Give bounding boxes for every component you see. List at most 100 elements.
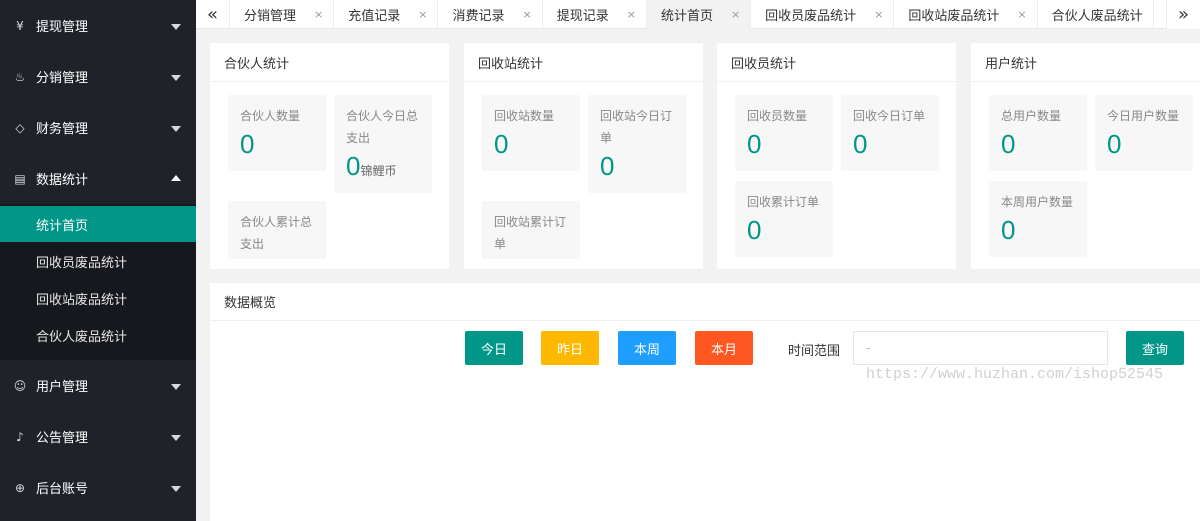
data-overview-panel: 数据概览 今日 昨日 本周 本月 时间范围 - 查询 https://www.h…: [210, 283, 1200, 521]
diamond-icon: ◇: [15, 120, 25, 135]
stat-label: 回收站累计订单: [494, 215, 567, 251]
stat-value: 0: [346, 151, 361, 181]
stat-value: 0: [240, 129, 255, 159]
submenu-item-partner-stats[interactable]: 合伙人废品统计: [0, 317, 196, 353]
collector-stats-card: 回收员统计 回收员数量 0 回收今日订单 0 回收累计订单 0: [717, 43, 956, 269]
tab-station-stats[interactable]: 回收站废品统计 ×: [894, 0, 1038, 29]
user-icon: ☺: [13, 378, 27, 393]
tab-label: 回收站废品统计: [908, 9, 1000, 24]
stat-label: 合伙人数量: [240, 109, 301, 123]
close-icon[interactable]: ×: [314, 8, 323, 21]
menu-item-users[interactable]: ☺ 用户管理: [0, 360, 196, 411]
tab-consumption-records[interactable]: 消费记录 ×: [438, 0, 543, 29]
tab-label: 充值记录: [348, 9, 401, 24]
tab-label: 分销管理: [244, 9, 297, 24]
menu-label: 后台账号: [36, 482, 89, 497]
tabs-scroll-right-icon[interactable]: »: [1166, 0, 1200, 29]
today-button[interactable]: 今日: [465, 331, 523, 365]
collector-count-stat: 回收员数量 0: [735, 95, 833, 171]
close-icon[interactable]: ×: [627, 8, 636, 21]
menu-label: 数据统计: [36, 173, 89, 188]
this-month-button[interactable]: 本月: [695, 331, 753, 365]
tab-stats-home[interactable]: 统计首页 ×: [646, 0, 752, 29]
partner-total-expense-stat: 合伙人累计总支出: [228, 201, 326, 259]
menu-label: 提现管理: [36, 20, 89, 35]
tab-partner-stats[interactable]: 合伙人废品统计: [1038, 0, 1154, 29]
stat-value: 0: [853, 129, 868, 159]
collector-today-orders-stat: 回收今日订单 0: [841, 95, 939, 171]
collector-total-orders-stat: 回收累计订单 0: [735, 181, 833, 257]
station-count-stat: 回收站数量 0: [482, 95, 580, 171]
menu-item-distribution[interactable]: ♨ 分销管理: [0, 51, 196, 102]
week-users-stat: 本周用户数量 0: [989, 181, 1087, 257]
today-users-stat: 今日用户数量 0: [1095, 95, 1193, 171]
globe-icon: ⊕: [14, 480, 26, 495]
stat-label: 总用户数量: [1001, 109, 1062, 123]
partner-today-expense-stat: 合伙人今日总支出 0锦鲤币: [334, 95, 432, 193]
this-week-button[interactable]: 本周: [618, 331, 676, 365]
stat-label: 今日用户数量: [1107, 109, 1180, 123]
stat-value: 0: [1001, 129, 1016, 159]
stat-value: 0: [600, 151, 615, 181]
stat-label: 回收站数量: [494, 109, 555, 123]
tab-label: 提现记录: [556, 9, 609, 24]
menu-label: 分销管理: [36, 71, 89, 86]
stat-value: 0: [494, 129, 509, 159]
tab-label: 合伙人废品统计: [1051, 9, 1143, 24]
time-range-input[interactable]: -: [853, 331, 1108, 365]
menu-item-announcements[interactable]: ♪ 公告管理: [0, 411, 196, 462]
close-icon[interactable]: ×: [874, 8, 883, 21]
card-title: 合伙人统计: [210, 43, 449, 82]
stat-value: 0: [747, 129, 762, 159]
tab-label: 统计首页: [660, 9, 713, 24]
submenu-item-collector-stats[interactable]: 回收员废品统计: [0, 243, 196, 279]
chevron-up-icon: [171, 174, 181, 181]
yen-circle-icon: ¥: [16, 18, 24, 33]
partner-count-stat: 合伙人数量 0: [228, 95, 326, 171]
sidebar: ¥ 提现管理 ♨ 分销管理 ◇ 财务管理 ▤ 数据统计 统计首页 回收员废品统计…: [0, 0, 196, 521]
tab-label: 回收员废品统计: [765, 9, 857, 24]
tab-collector-stats[interactable]: 回收员废品统计 ×: [751, 0, 895, 29]
station-total-orders-stat: 回收站累计订单: [482, 201, 580, 259]
chevron-down-icon: [171, 74, 181, 81]
tab-distribution[interactable]: 分销管理 ×: [230, 0, 335, 29]
bell-icon: ♪: [16, 429, 24, 444]
menu-item-withdraw[interactable]: ¥ 提现管理: [0, 0, 196, 51]
tab-withdraw-records[interactable]: 提现记录 ×: [543, 0, 647, 29]
close-icon[interactable]: ×: [731, 8, 740, 21]
menu-label: 用户管理: [36, 380, 89, 395]
fire-icon: ♨: [14, 69, 26, 84]
chevron-down-icon: [171, 434, 181, 441]
chevron-down-icon: [171, 485, 181, 492]
menu-item-finance[interactable]: ◇ 财务管理: [0, 102, 196, 153]
card-title: 回收员统计: [717, 43, 956, 82]
stat-label: 回收累计订单: [747, 195, 820, 209]
user-stats-card: 用户统计 总用户数量 0 今日用户数量 0 本周用户数量 0: [971, 43, 1200, 269]
submenu-item-stats-home[interactable]: 统计首页: [0, 206, 196, 242]
tab-label: 消费记录: [452, 9, 505, 24]
stat-label: 回收今日订单: [853, 109, 926, 123]
card-title: 回收站统计: [464, 43, 703, 82]
stat-label: 回收站今日订单: [600, 109, 673, 145]
watermark-url: https://www.huzhan.com/ishop52545: [866, 366, 1164, 383]
query-button[interactable]: 查询: [1126, 331, 1184, 365]
card-title: 用户统计: [971, 43, 1200, 82]
close-icon[interactable]: ×: [522, 8, 531, 21]
tabs-scroll-left-icon[interactable]: «: [196, 0, 230, 29]
menu-item-admin-accounts[interactable]: ⊕ 后台账号: [0, 462, 196, 513]
menu-label: 公告管理: [36, 431, 89, 446]
time-range-label: 时间范围: [788, 344, 841, 359]
panel-title: 数据概览: [210, 283, 1200, 321]
close-icon[interactable]: ×: [418, 8, 427, 21]
station-stats-card: 回收站统计 回收站数量 0 回收站今日订单 0 回收站累计订单: [464, 43, 703, 269]
stat-value: 0: [747, 215, 762, 245]
station-today-orders-stat: 回收站今日订单 0: [588, 95, 686, 193]
close-icon[interactable]: ×: [1017, 8, 1026, 21]
stat-value: 0: [1107, 129, 1122, 159]
submenu-item-station-stats[interactable]: 回收站废品统计: [0, 280, 196, 316]
stat-label: 本周用户数量: [1001, 195, 1074, 209]
menu-item-statistics[interactable]: ▤ 数据统计: [0, 153, 196, 204]
tab-recharge-records[interactable]: 充值记录 ×: [334, 0, 439, 29]
yesterday-button[interactable]: 昨日: [541, 331, 599, 365]
chevron-down-icon: [171, 23, 181, 30]
